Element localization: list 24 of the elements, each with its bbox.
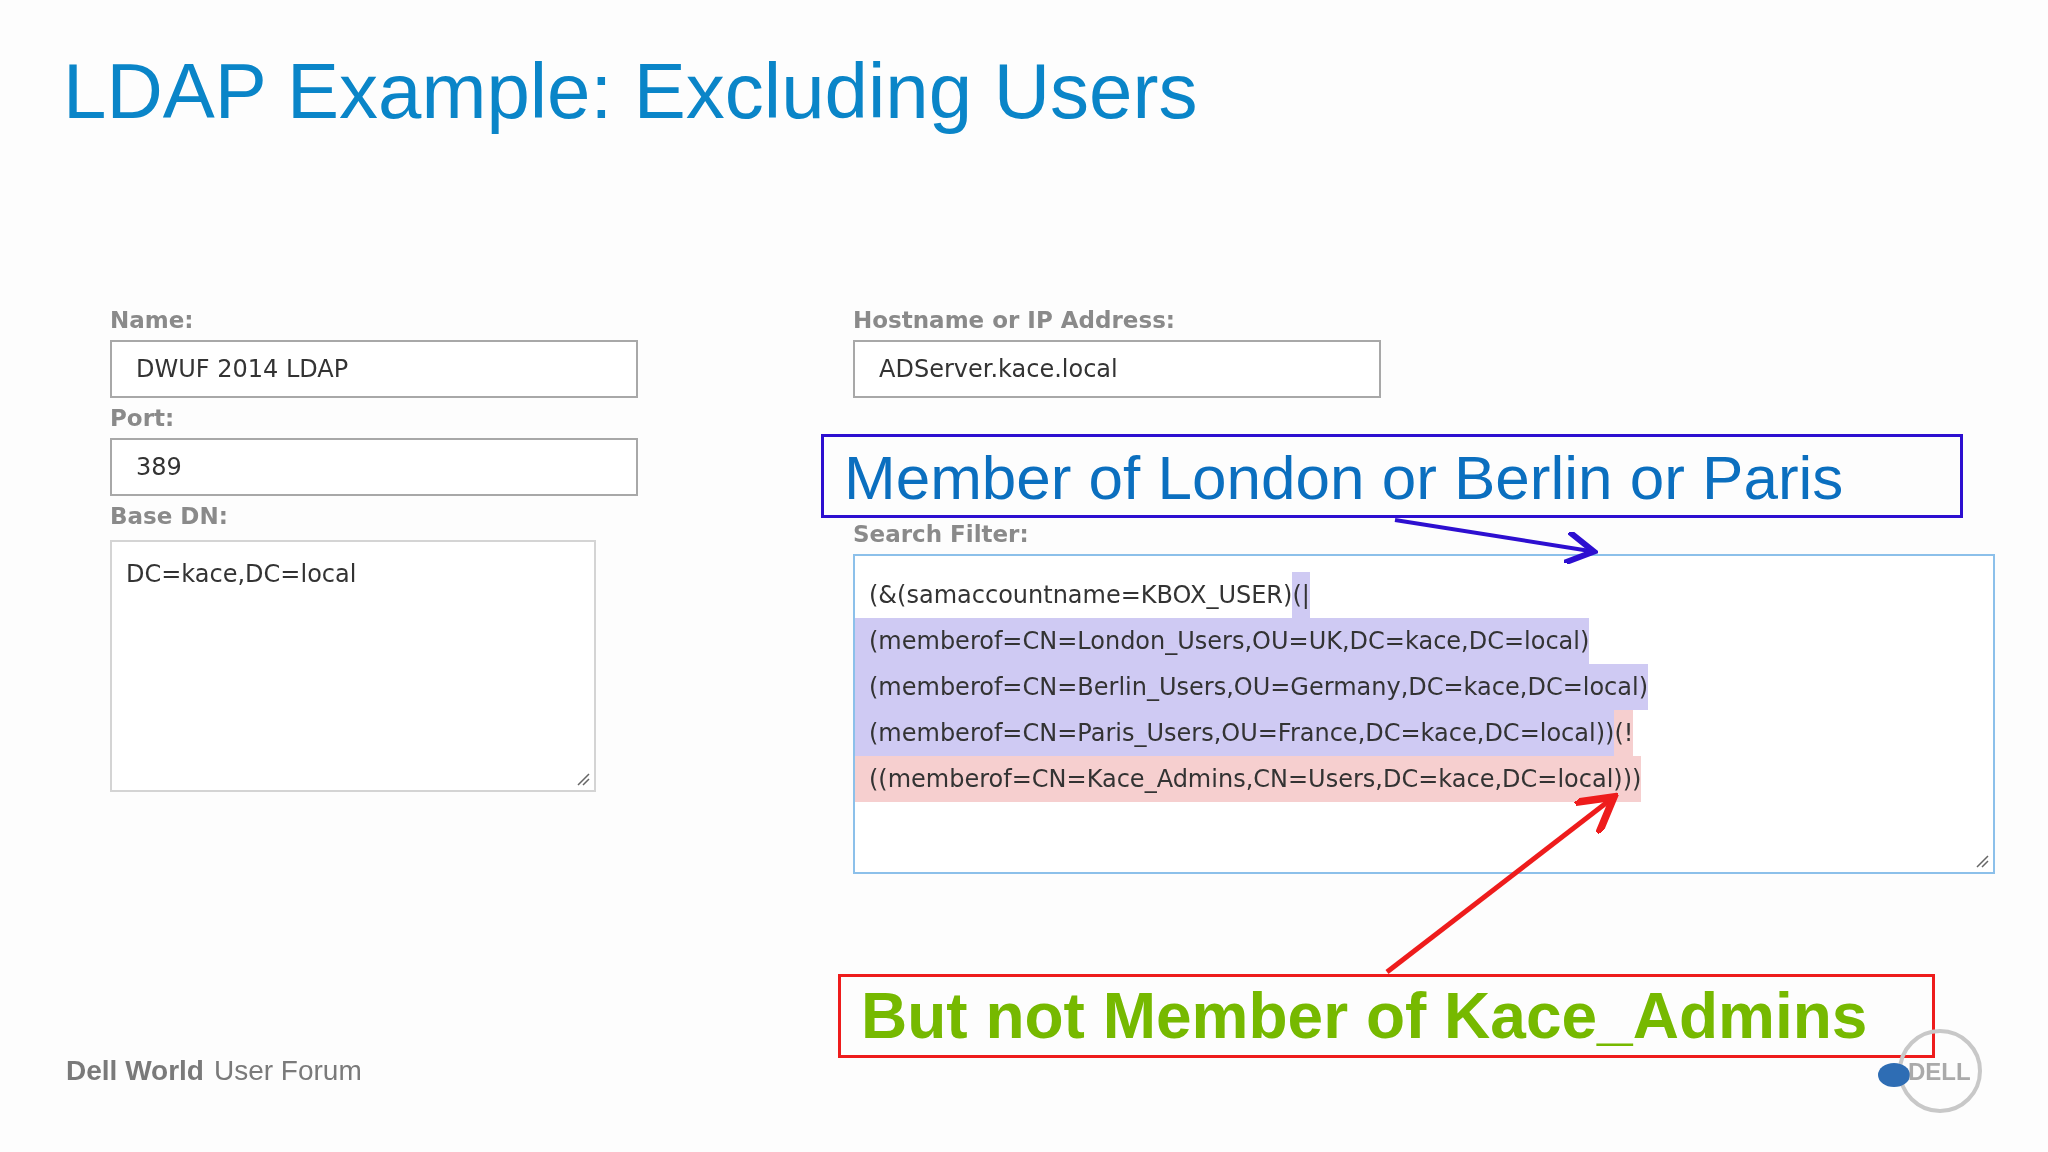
resize-handle-icon bbox=[1975, 854, 1989, 868]
callout-text: But not Member of Kace_Admins bbox=[861, 984, 1868, 1048]
text-area[interactable]: DC=kace,DC=local bbox=[110, 540, 596, 792]
input-field[interactable]: ADServer.kace.local bbox=[853, 340, 1381, 398]
filter-text: (| bbox=[1292, 572, 1310, 618]
field-label: Search Filter: bbox=[853, 520, 1029, 549]
resize-handle-icon bbox=[576, 772, 590, 786]
search-filter-field[interactable] bbox=[853, 554, 1995, 874]
filter-text: (&(samaccountname=KBOX_USER) bbox=[868, 580, 1293, 611]
dell-logo: DELL bbox=[1876, 1028, 1984, 1114]
filter-text: (memberof=CN=Berlin_Users,OU=Germany,DC=kace,DC=local) bbox=[855, 664, 1649, 710]
filter-text: (memberof=CN=London_Users,OU=UK,DC=kace,DC=local) bbox=[855, 618, 1590, 664]
footer-brand: Dell World bbox=[66, 1054, 204, 1088]
callout-text: Member of London or Berlin or Paris bbox=[844, 449, 1844, 503]
filter-text: ((memberof=CN=Kace_Admins,CN=Users,DC=kace,DC=local))) bbox=[855, 756, 1642, 802]
field-label: Port: bbox=[110, 404, 175, 433]
field-label: Hostname or IP Address: bbox=[853, 306, 1176, 335]
field-label: Name: bbox=[110, 306, 194, 335]
filter-text: (! bbox=[1614, 710, 1634, 756]
input-field[interactable]: 389 bbox=[110, 438, 638, 496]
field-label: Base DN: bbox=[110, 502, 228, 531]
footer-text: User Forum bbox=[213, 1054, 362, 1088]
input-field[interactable]: DWUF 2014 LDAP bbox=[110, 340, 638, 398]
filter-text: (memberof=CN=Paris_Users,OU=France,DC=kace,DC=local)) bbox=[855, 710, 1615, 756]
